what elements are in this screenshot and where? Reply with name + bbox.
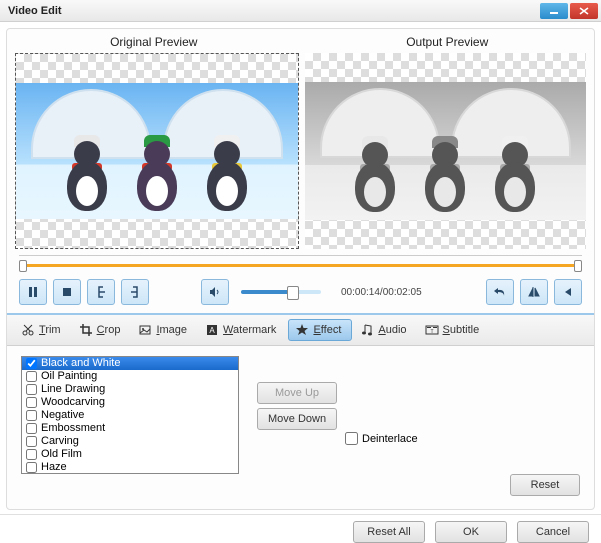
tab-watermark-label: Watermark: [223, 324, 276, 336]
effect-item[interactable]: Negative: [22, 409, 238, 422]
effect-checkbox[interactable]: [26, 410, 37, 421]
bracket-right-icon: [129, 286, 141, 298]
effect-item[interactable]: Line Drawing: [22, 383, 238, 396]
watermark-icon: A: [205, 323, 219, 337]
effect-checkbox[interactable]: [26, 423, 37, 434]
time-display: 00:00:14/00:02:05: [341, 287, 422, 298]
tab-row: Trim Crop Image A Watermark Effect: [7, 315, 594, 346]
effect-checkbox[interactable]: [26, 358, 37, 369]
deinterlace-input[interactable]: [345, 432, 358, 445]
original-preview[interactable]: [15, 53, 299, 249]
speaker-icon: [209, 286, 221, 298]
trim-start-button[interactable]: [87, 279, 115, 305]
volume-slider[interactable]: [241, 290, 321, 294]
trim-end-handle[interactable]: [574, 260, 582, 272]
tab-audio[interactable]: Audio: [354, 320, 416, 340]
effect-label: Black and White: [41, 357, 120, 370]
tab-trim-label: Trim: [39, 324, 61, 336]
image-icon: [138, 323, 152, 337]
effect-checkbox[interactable]: [26, 371, 37, 382]
tab-crop-label: Crop: [97, 324, 121, 336]
effect-label: Woodcarving: [41, 396, 105, 409]
move-up-button[interactable]: Move Up: [257, 382, 337, 404]
output-preview-label: Output Preview: [301, 35, 595, 49]
effect-item[interactable]: Embossment: [22, 422, 238, 435]
effect-label: Oil Painting: [41, 370, 97, 383]
undo-button[interactable]: [486, 279, 514, 305]
tab-audio-label: Audio: [378, 324, 406, 336]
window-controls: [540, 3, 601, 19]
effect-checkbox[interactable]: [26, 462, 37, 473]
mirror-icon: [527, 286, 541, 298]
subtitle-icon: T: [425, 323, 439, 337]
effect-label: Haze: [41, 461, 67, 474]
ok-button[interactable]: OK: [435, 521, 507, 543]
effect-item[interactable]: Carving: [22, 435, 238, 448]
effect-label: Carving: [41, 435, 79, 448]
trim-end-button[interactable]: [121, 279, 149, 305]
effect-label: Line Drawing: [41, 383, 105, 396]
titlebar: Video Edit: [0, 0, 601, 22]
effect-label: Old Film: [41, 448, 82, 461]
effect-list[interactable]: Black and WhiteOil PaintingLine DrawingW…: [21, 356, 239, 474]
tab-crop[interactable]: Crop: [73, 320, 131, 340]
stop-icon: [61, 286, 73, 298]
tab-effect-label: Effect: [313, 324, 341, 336]
effect-item[interactable]: Woodcarving: [22, 396, 238, 409]
timeline[interactable]: [19, 255, 582, 275]
effect-item[interactable]: Black and White: [22, 357, 238, 370]
effect-item[interactable]: Oil Painting: [22, 370, 238, 383]
original-preview-label: Original Preview: [7, 35, 301, 49]
deinterlace-checkbox[interactable]: Deinterlace: [345, 432, 418, 445]
prev-button[interactable]: [554, 279, 582, 305]
effect-label: Negative: [41, 409, 84, 422]
effect-checkbox[interactable]: [26, 436, 37, 447]
undo-icon: [493, 286, 507, 298]
effect-checkbox[interactable]: [26, 397, 37, 408]
tab-subtitle[interactable]: T Subtitle: [419, 320, 490, 340]
output-preview[interactable]: [305, 53, 587, 249]
close-button[interactable]: [570, 3, 598, 19]
bracket-left-icon: [95, 286, 107, 298]
music-note-icon: [360, 323, 374, 337]
effect-item[interactable]: Old Film: [22, 448, 238, 461]
mirror-button[interactable]: [520, 279, 548, 305]
move-buttons: Move Up Move Down: [257, 382, 337, 430]
effect-label: Embossment: [41, 422, 105, 435]
tab-subtitle-label: Subtitle: [443, 324, 480, 336]
scissors-icon: [21, 323, 35, 337]
tab-image-label: Image: [156, 324, 187, 336]
window-title: Video Edit: [8, 5, 540, 17]
dialog-footer: Reset All OK Cancel: [0, 514, 601, 543]
crop-icon: [79, 323, 93, 337]
triangle-left-icon: [562, 286, 574, 298]
deinterlace-label: Deinterlace: [362, 433, 418, 445]
effect-checkbox[interactable]: [26, 384, 37, 395]
effect-item[interactable]: Haze: [22, 461, 238, 474]
stop-button[interactable]: [53, 279, 81, 305]
volume-button[interactable]: [201, 279, 229, 305]
svg-text:A: A: [209, 326, 215, 335]
timeline-bar: [19, 264, 582, 267]
main-panel: Original Preview Output Preview: [6, 28, 595, 510]
tab-watermark[interactable]: A Watermark: [199, 320, 286, 340]
reset-all-button[interactable]: Reset All: [353, 521, 425, 543]
trim-start-handle[interactable]: [19, 260, 27, 272]
svg-text:T: T: [430, 329, 433, 335]
preview-headers: Original Preview Output Preview: [7, 33, 594, 53]
minimize-button[interactable]: [540, 3, 568, 19]
cancel-button[interactable]: Cancel: [517, 521, 589, 543]
move-down-button[interactable]: Move Down: [257, 408, 337, 430]
reset-button[interactable]: Reset: [510, 474, 580, 496]
star-icon: [295, 323, 309, 337]
effect-panel: Black and WhiteOil PaintingLine DrawingW…: [7, 346, 594, 500]
tab-effect[interactable]: Effect: [288, 319, 352, 341]
pause-icon: [27, 286, 39, 298]
pause-button[interactable]: [19, 279, 47, 305]
playback-controls: 00:00:14/00:02:05: [7, 277, 594, 315]
tab-image[interactable]: Image: [132, 320, 197, 340]
tab-trim[interactable]: Trim: [15, 320, 71, 340]
effect-checkbox[interactable]: [26, 449, 37, 460]
preview-row: [7, 53, 594, 249]
